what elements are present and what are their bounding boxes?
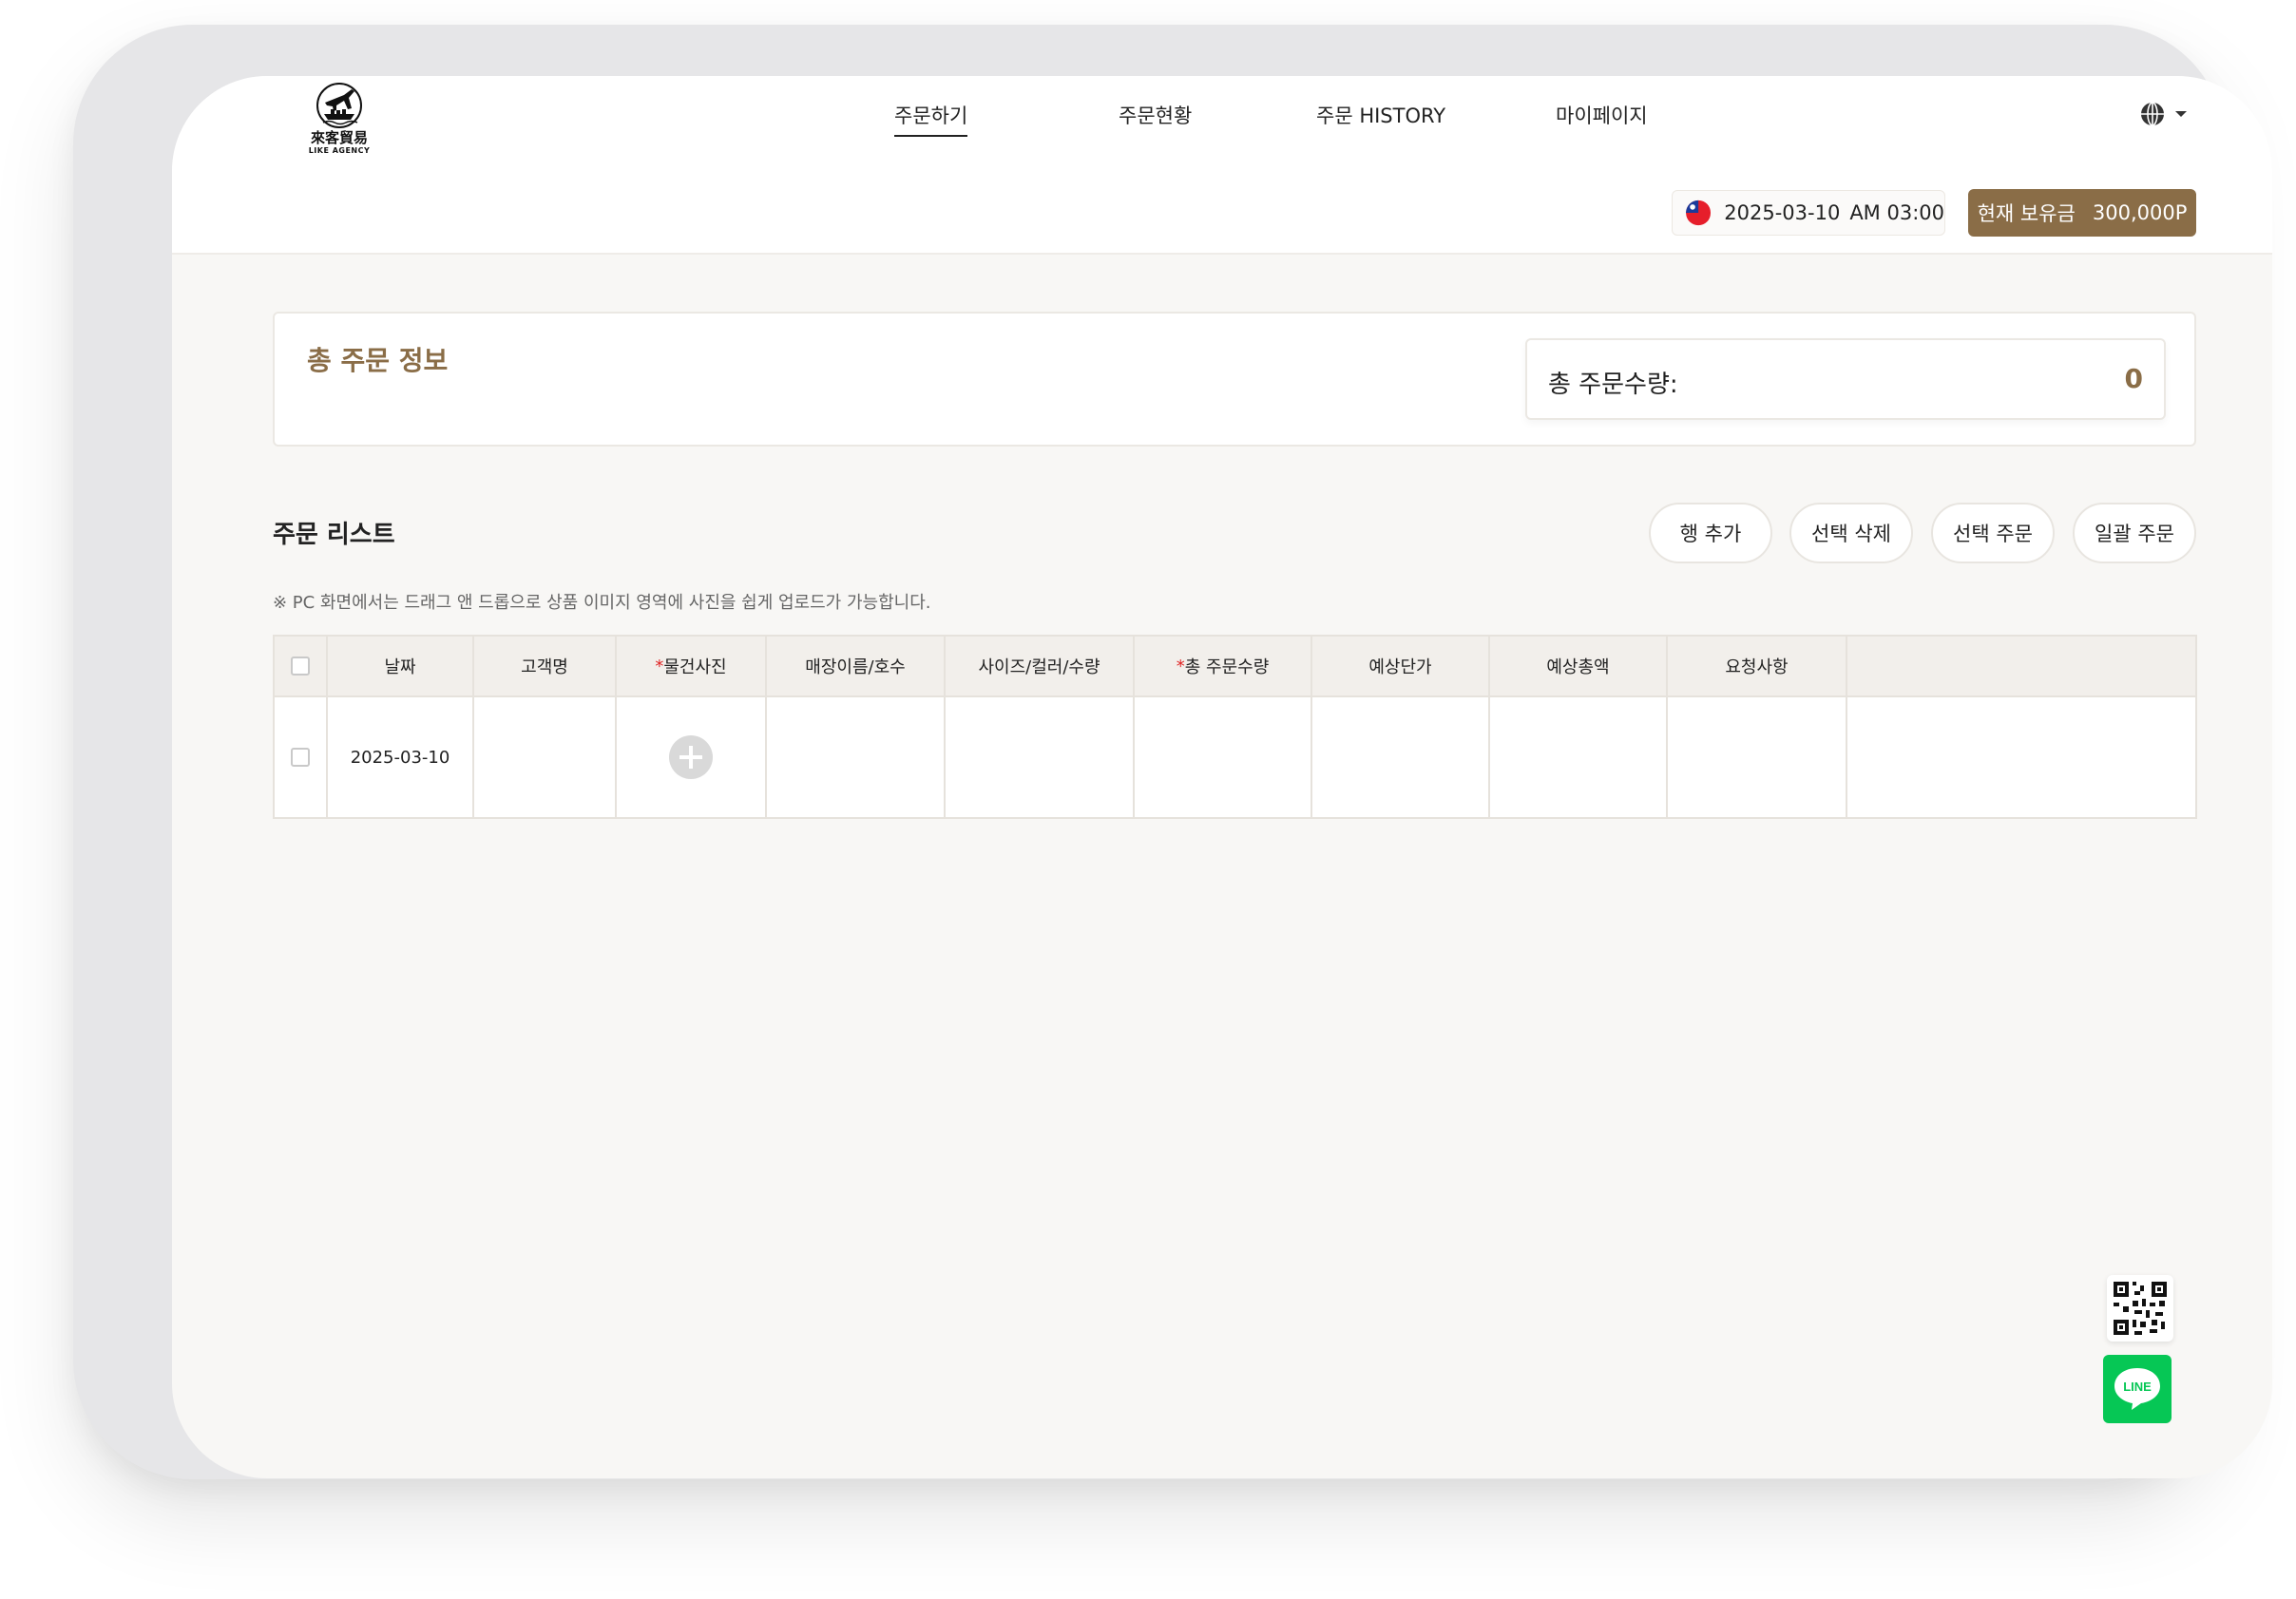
column-header-total-qty: * 총 주문수량 [1135, 637, 1312, 695]
cell-customer[interactable] [474, 697, 617, 817]
app-screen: 來客貿易 LIKE AGENCY 주문하기 주문현황 주문 HISTORY 마이… [172, 76, 2272, 1478]
add-row-button[interactable]: 행 추가 [1649, 503, 1772, 563]
svg-text:LINE: LINE [2123, 1380, 2152, 1394]
balance-badge: 현재 보유금 300,000P [1968, 189, 2196, 237]
nav-order-status[interactable]: 주문현황 [1119, 101, 1192, 135]
upload-notice: ※ PC 화면에서는 드래그 앤 드롭으로 상품 이미지 영역에 사진을 쉽게 … [273, 593, 931, 613]
column-header-label: 예상총액 [1546, 657, 1610, 677]
cell-photo[interactable] [617, 697, 767, 817]
main-nav: 주문하기 주문현황 주문 HISTORY 마이페이지 [172, 101, 2272, 139]
column-header-label: 사이즈/컬러/수량 [978, 657, 1100, 677]
column-header-unit-price: 예상단가 [1312, 637, 1490, 695]
row-checkbox[interactable] [291, 748, 310, 767]
column-header-label: 매장이름/호수 [805, 657, 906, 677]
add-photo-icon[interactable] [669, 735, 713, 779]
column-header-label: 요청사항 [1725, 657, 1789, 677]
globe-icon [2141, 102, 2164, 126]
column-header-label: 물건사진 [663, 657, 727, 677]
cell-total-qty[interactable] [1135, 697, 1312, 817]
column-header-label: 예상단가 [1368, 657, 1432, 677]
table-header: 날짜 고객명 *물건사진 매장이름/호수 사이즈/컬러/수량 *총 주문수량 [275, 637, 2195, 697]
column-header-store: 매장이름/호수 [767, 637, 946, 695]
column-header-customer: 고객명 [474, 637, 617, 695]
order-list-title: 주문 리스트 [273, 521, 395, 549]
brand-name-en: LIKE AGENCY [308, 146, 371, 155]
cell-store[interactable] [767, 697, 946, 817]
total-quantity-box: 총 주문수량: 0 [1525, 338, 2166, 420]
line-chat-button[interactable]: LINE [2103, 1355, 2172, 1423]
nav-order[interactable]: 주문하기 [894, 101, 968, 137]
nav-order-history[interactable]: 주문 HISTORY [1316, 101, 1445, 135]
taiwan-flag-icon [1686, 200, 1712, 226]
column-header-size-color-qty: 사이즈/컬러/수량 [946, 637, 1135, 695]
column-header-photo: * 물건사진 [617, 637, 767, 695]
top-header: 來客貿易 LIKE AGENCY 주문하기 주문현황 주문 HISTORY 마이… [172, 76, 2272, 255]
balance-label: 현재 보유금 [1977, 202, 2076, 225]
order-summary-card: 총 주문 정보 총 주문수량: 0 [273, 312, 2196, 447]
row-select-cell [275, 697, 328, 817]
device-frame: 來客貿易 LIKE AGENCY 주문하기 주문현황 주문 HISTORY 마이… [73, 25, 2272, 1479]
chevron-down-icon [2175, 111, 2187, 117]
column-header-label: 총 주문수량 [1184, 657, 1270, 677]
summary-title: 총 주문 정보 [307, 345, 449, 376]
total-quantity-value: 0 [2124, 363, 2143, 394]
required-mark: * [655, 656, 664, 676]
delete-selected-button[interactable]: 선택 삭제 [1789, 503, 1913, 563]
table-row: 2025-03-10 [275, 697, 2195, 817]
cell-size-color-qty[interactable] [946, 697, 1135, 817]
order-selected-button[interactable]: 선택 주문 [1931, 503, 2055, 563]
cell-date[interactable]: 2025-03-10 [328, 697, 474, 817]
order-all-button[interactable]: 일괄 주문 [2073, 503, 2196, 563]
column-header-request: 요청사항 [1668, 637, 1847, 695]
current-time-display: 2025-03-10 AM 03:00 [1672, 190, 1945, 236]
column-header-total-price: 예상총액 [1490, 637, 1668, 695]
balance-value: 300,000P [2092, 201, 2188, 224]
header-select-cell [275, 637, 328, 695]
line-icon: LINE [2114, 1368, 2160, 1410]
nav-mypage[interactable]: 마이페이지 [1556, 101, 1648, 135]
total-quantity-label: 총 주문수량: [1548, 371, 1678, 399]
qr-code-icon [2114, 1282, 2167, 1335]
select-all-checkbox[interactable] [291, 657, 310, 676]
cell-total-price[interactable] [1490, 697, 1668, 817]
column-header-label: 고객명 [521, 657, 568, 677]
clock-time: AM 03:00 [1849, 201, 1944, 224]
column-header-label: 날짜 [384, 657, 416, 677]
clock-date: 2025-03-10 [1724, 201, 1841, 224]
required-mark: * [1176, 656, 1185, 676]
cell-request[interactable] [1668, 697, 1847, 817]
language-selector[interactable] [2139, 101, 2187, 127]
cell-unit-price[interactable] [1312, 697, 1490, 817]
column-header-date: 날짜 [328, 637, 474, 695]
qr-code-button[interactable] [2107, 1275, 2173, 1342]
order-table: 날짜 고객명 *물건사진 매장이름/호수 사이즈/컬러/수량 *총 주문수량 [273, 635, 2197, 819]
